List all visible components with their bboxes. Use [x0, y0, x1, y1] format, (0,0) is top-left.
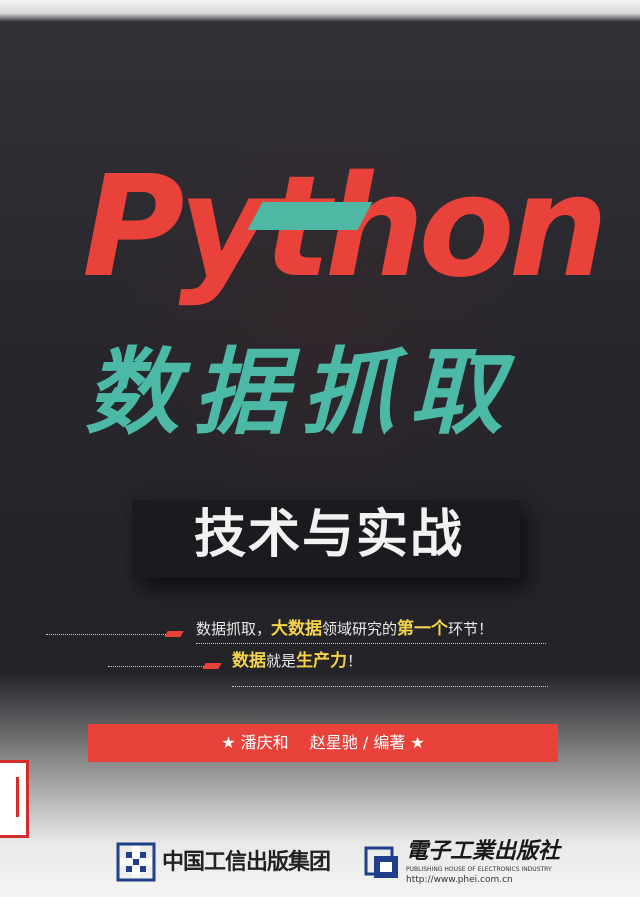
author-names: ★ 潘庆和 赵星驰 / 编著 ★ [221, 733, 425, 752]
slogan-1-part-c: 领域研究的 [322, 620, 398, 638]
red-tick-1 [164, 631, 184, 637]
publisher-english-name: PUBLISHING HOUSE OF ELECTRONICS INDUSTRY [406, 866, 552, 873]
title-accent-bar [247, 202, 373, 230]
slogan-line-2: 数据就是生产力！ [232, 651, 362, 671]
dotted-line-1 [46, 634, 166, 635]
miit-logo-icon [116, 842, 156, 882]
dotted-line-3 [108, 666, 204, 667]
phei-logo-icon [364, 846, 398, 878]
red-tick-2 [202, 663, 222, 669]
dotted-line-4 [232, 686, 548, 687]
publisher-name: 電子工業出版社 [406, 838, 561, 864]
publisher-url: http://www.phei.com.cn [406, 875, 513, 885]
slogan-2-part-d: ！ [347, 652, 363, 670]
library-stamp-mark [4, 777, 19, 817]
dotted-line-2 [196, 643, 546, 644]
slogan-1-part-e: 环节！ [448, 620, 494, 638]
slogan-1-highlight-first: 第一个 [397, 619, 449, 639]
slogan-1-part-a: 数据抓取， [196, 620, 272, 638]
top-band [0, 0, 640, 22]
library-stamp [0, 760, 29, 838]
slogan-1-highlight-big-data: 大数据 [271, 619, 323, 639]
slogan-2-part-b: 就是 [266, 652, 297, 670]
subtitle: 技术与实战 [193, 505, 464, 565]
book-cover: Python 数据抓取 技术与实战 数据抓取，大数据领域研究的第一个环节！ 数据… [0, 0, 640, 897]
slogan-2-highlight-productivity: 生产力 [296, 651, 348, 671]
publisher-group-name: 中国工信出版集团 [162, 849, 331, 875]
slogan-2-highlight-data: 数据 [232, 651, 266, 671]
slogan-line-1: 数据抓取，大数据领域研究的第一个环节！ [196, 619, 493, 639]
title-chinese: 数据抓取 [85, 338, 518, 448]
